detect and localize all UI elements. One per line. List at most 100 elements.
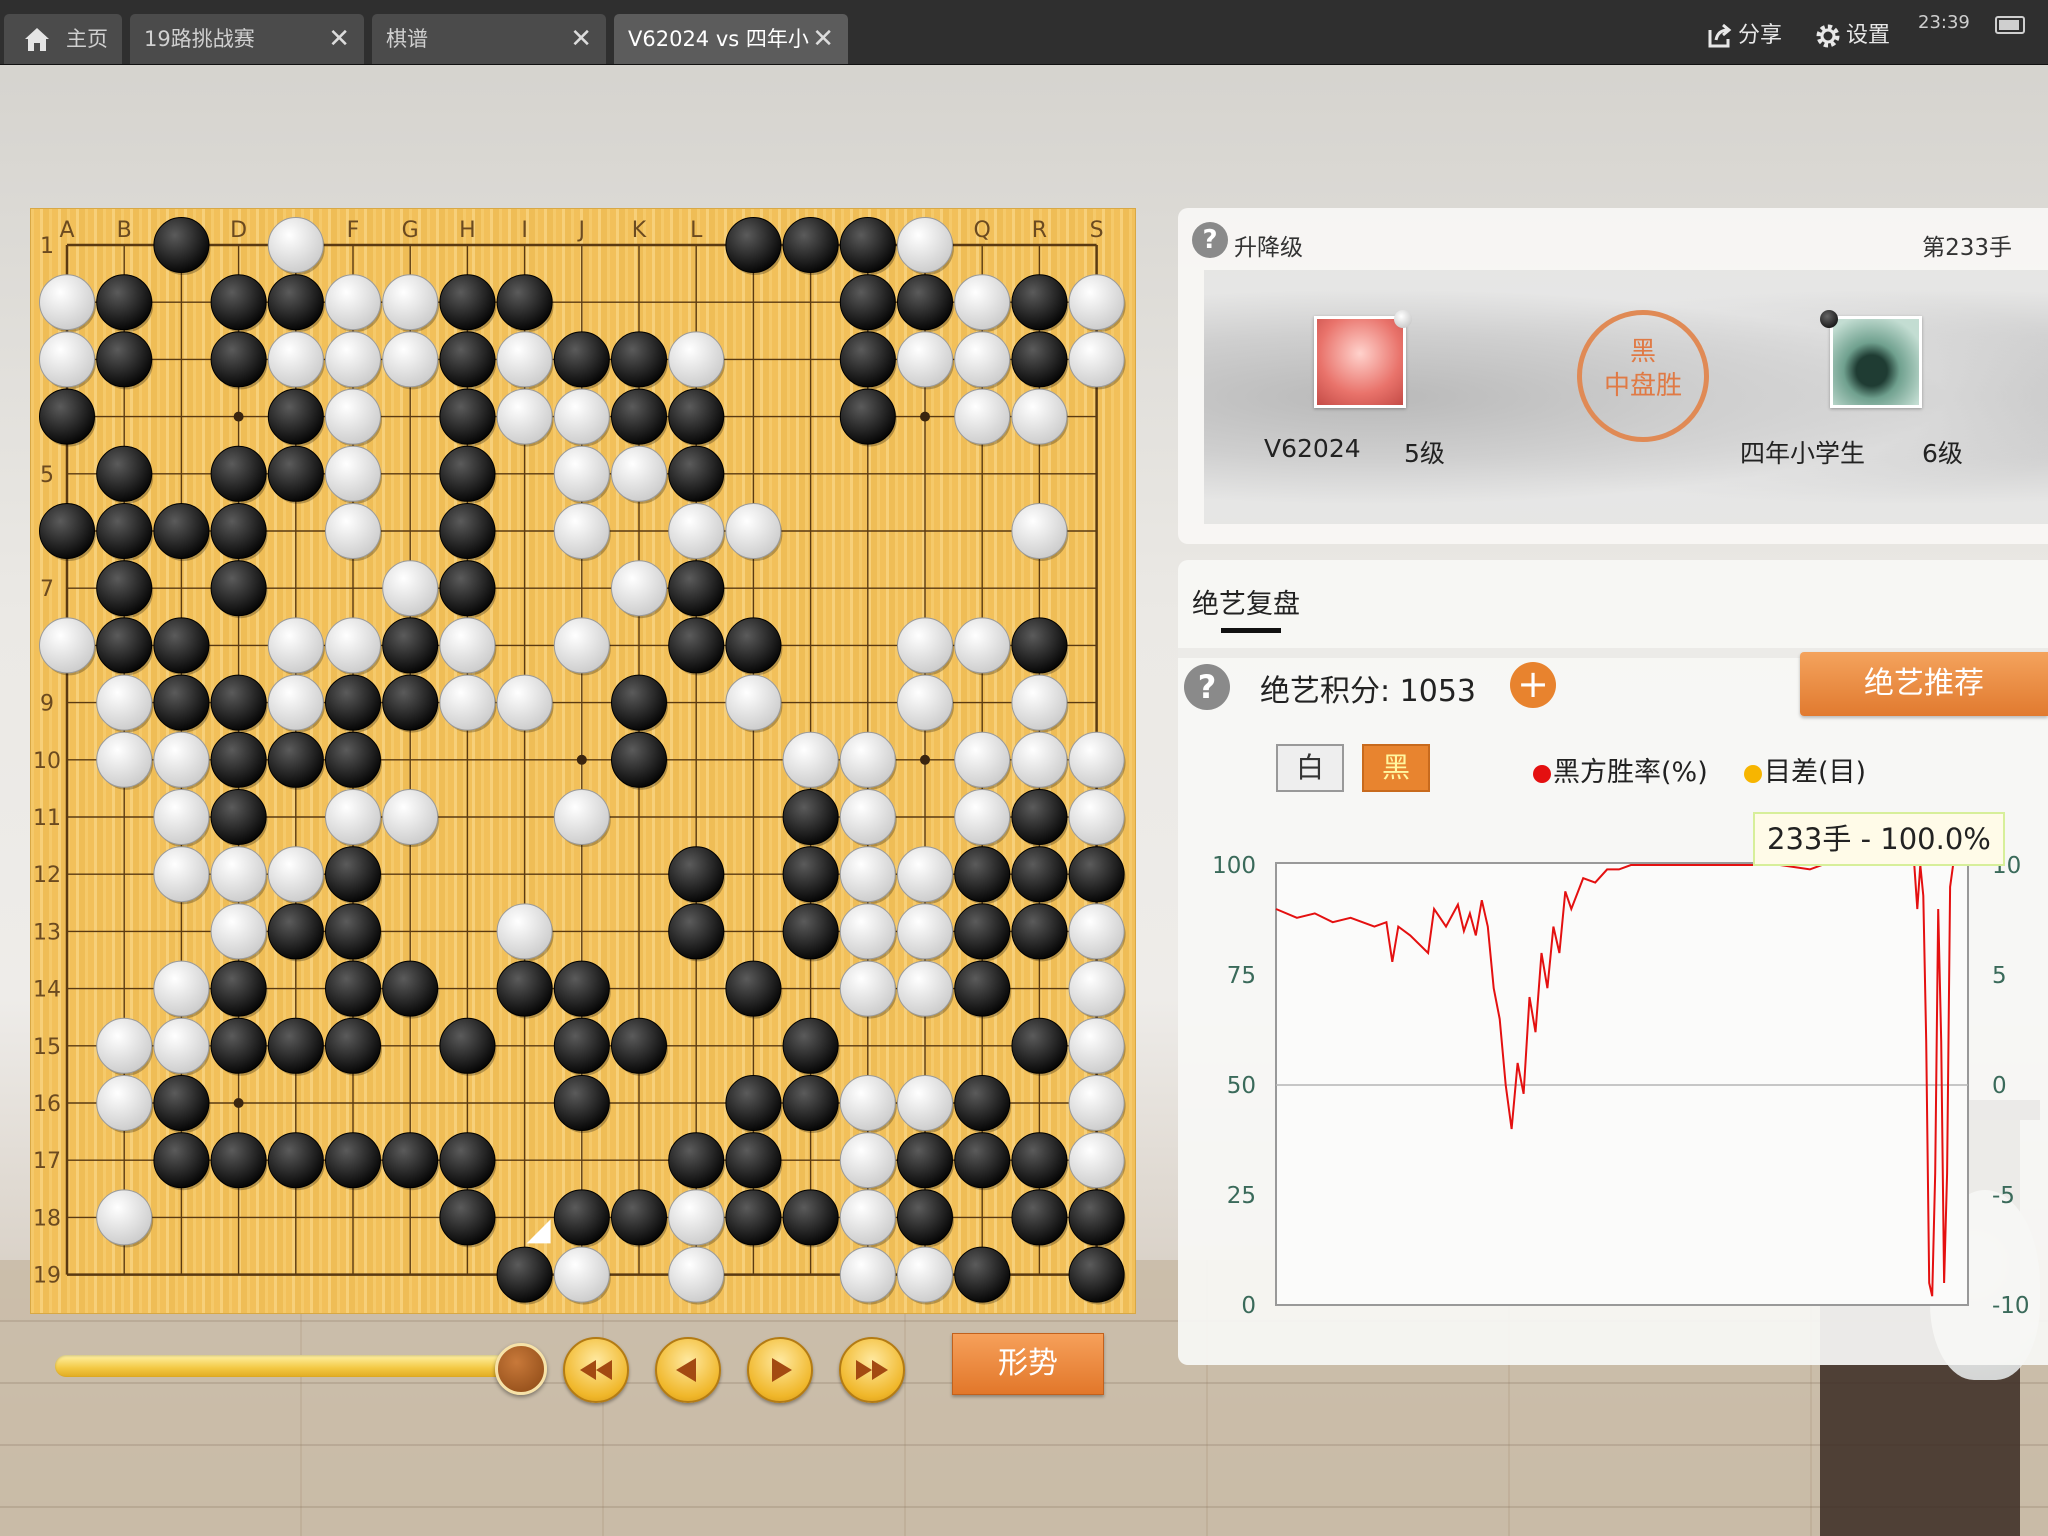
white-stone [668, 1246, 725, 1303]
black-stone [39, 388, 95, 445]
rewind-button[interactable] [563, 1337, 629, 1403]
go-board[interactable]: ABCDEFGHIJKLMNOPQRS157910111213141516171… [30, 208, 1136, 1314]
white-stone [839, 960, 896, 1017]
white-stone [668, 503, 725, 559]
black-stone-icon [1820, 310, 1838, 328]
white-stone [496, 331, 553, 388]
previous-button[interactable] [655, 1337, 721, 1403]
white-stone [325, 789, 381, 845]
black-stone [439, 503, 496, 559]
white-stone [954, 617, 1011, 674]
white-stone [96, 1017, 153, 1074]
white-stone [267, 217, 324, 273]
white-stone [954, 331, 1011, 388]
move-slider[interactable] [55, 1355, 515, 1377]
black-stone [439, 1017, 496, 1074]
white-stone [325, 503, 381, 559]
black-stone [96, 503, 153, 559]
row-label: 14 [33, 978, 61, 1003]
move-slider-handle[interactable] [495, 1343, 547, 1395]
settings-button[interactable]: 设置 [1814, 16, 1890, 56]
white-stone [897, 1246, 953, 1303]
white-stone [1068, 903, 1125, 960]
close-icon[interactable]: ✕ [570, 14, 592, 64]
white-stone [1068, 331, 1125, 388]
row-label: 19 [33, 1264, 61, 1289]
column-label: D [230, 218, 247, 243]
white-stone [382, 560, 439, 617]
y-right-tick: 5 [1992, 963, 2007, 989]
tab-records[interactable]: 棋谱 ✕ [372, 14, 606, 64]
black-stone [782, 1189, 839, 1246]
black-stone [382, 674, 439, 731]
black-stone [382, 1132, 439, 1189]
black-stone [668, 388, 725, 445]
white-stone [153, 846, 210, 903]
rank-label: 升降级 [1234, 235, 1303, 261]
close-icon[interactable]: ✕ [328, 14, 350, 64]
black-stone [1011, 1189, 1068, 1246]
black-stone [439, 1189, 496, 1246]
player-right-avatar[interactable] [1830, 316, 1922, 408]
home-icon [25, 28, 49, 51]
black-stone [153, 1075, 210, 1131]
black-stone [382, 617, 439, 674]
fast-forward-button[interactable] [839, 1337, 905, 1403]
white-stone [897, 217, 953, 273]
black-stone [325, 674, 381, 731]
white-stone [839, 789, 896, 845]
black-stone [267, 274, 324, 331]
fast-forward-icon [856, 1360, 888, 1380]
white-stone [1068, 1075, 1125, 1131]
black-stone [668, 1132, 725, 1189]
share-label: 分享 [1738, 23, 1783, 48]
board-canvas[interactable]: ABCDEFGHIJKLMNOPQRS157910111213141516171… [31, 209, 1135, 1313]
white-stone [267, 846, 324, 903]
y-left-tick: 75 [1227, 963, 1256, 989]
tab-records-label: 棋谱 [386, 27, 428, 51]
situation-button[interactable]: 形势 [952, 1333, 1104, 1395]
white-stone [382, 274, 439, 331]
black-stone [210, 445, 267, 502]
black-stone [611, 731, 667, 788]
white-stone [553, 388, 610, 445]
black-stone [496, 1246, 553, 1303]
white-stone [897, 674, 953, 731]
tab-challenge[interactable]: 19路挑战赛 ✕ [130, 14, 364, 64]
black-stone [725, 217, 782, 273]
white-stone [153, 731, 210, 788]
row-label: 9 [40, 692, 54, 717]
share-button[interactable]: 分享 [1706, 16, 1782, 56]
share-icon [1708, 23, 1732, 48]
close-icon[interactable]: ✕ [812, 14, 834, 64]
result-winner: 黑 [1629, 337, 1656, 367]
white-stone [553, 789, 610, 845]
white-stone [553, 1246, 610, 1303]
black-stone [1011, 274, 1068, 331]
black-stone [611, 1017, 667, 1074]
white-stone [96, 731, 153, 788]
black-stone [1011, 331, 1068, 388]
black-stone [839, 388, 896, 445]
black-stone [611, 331, 667, 388]
black-stone [96, 560, 153, 617]
white-stone [382, 789, 439, 845]
help-icon[interactable]: ? [1192, 222, 1228, 258]
white-stone [1068, 960, 1125, 1017]
tab-home[interactable]: 主页 [4, 14, 122, 64]
last-move-marker [526, 1219, 551, 1244]
next-button[interactable] [747, 1337, 813, 1403]
y-right-tick: -10 [1992, 1293, 2030, 1319]
black-stone [782, 1075, 839, 1131]
white-stone [496, 903, 553, 960]
move-number: 第233手 [1922, 235, 2012, 261]
player-left-avatar[interactable] [1314, 316, 1406, 408]
tab-game[interactable]: V62024 vs 四年小 ✕ [614, 14, 848, 64]
star-point [233, 411, 244, 422]
white-stone [39, 331, 95, 388]
winrate-chart[interactable]: 10075502501050-5-10 [1178, 560, 2048, 1365]
column-label: B [117, 218, 132, 243]
white-stone [1068, 731, 1125, 788]
black-stone [96, 274, 153, 331]
black-stone [725, 1075, 782, 1131]
